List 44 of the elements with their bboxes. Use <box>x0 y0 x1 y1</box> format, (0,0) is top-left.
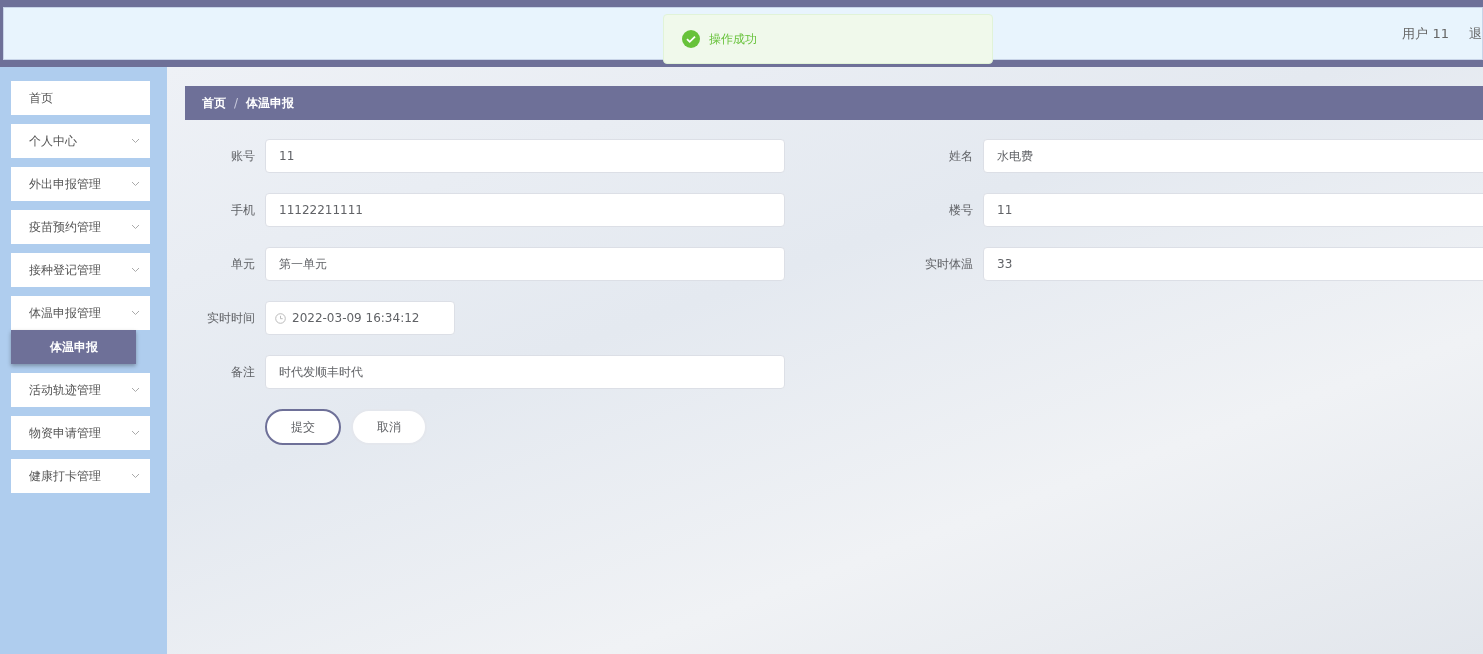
chevron-down-icon <box>131 138 140 144</box>
chevron-down-icon <box>131 473 140 479</box>
input-field[interactable]: 33 <box>983 247 1483 281</box>
field-label: 账号 <box>230 147 255 165</box>
sidebar-item[interactable]: 接种登记管理 <box>11 253 150 287</box>
sidebar-subitem[interactable]: 体温申报 <box>11 330 136 364</box>
chevron-down-icon <box>131 224 140 230</box>
field-label: 楼号 <box>948 201 973 219</box>
sidebar-item[interactable]: 疫苗预约管理 <box>11 210 150 244</box>
input-field[interactable]: 时代发顺丰时代 <box>265 355 785 389</box>
field-label: 实时体温 <box>924 255 973 273</box>
clock-icon <box>275 312 286 324</box>
input-field[interactable]: 水电费 <box>983 139 1483 173</box>
input-field[interactable]: 11 <box>265 139 785 173</box>
breadcrumb-link[interactable]: 体温申报 <box>246 94 295 112</box>
sidebar-item[interactable]: 外出申报管理 <box>11 167 150 201</box>
sidebar-item[interactable]: 活动轨迹管理 <box>11 373 150 407</box>
input-field[interactable]: 11 <box>983 193 1483 227</box>
input-field[interactable]: 11122211111 <box>265 193 785 227</box>
sidebar-item[interactable]: 首页 <box>11 81 150 115</box>
sidebar-item[interactable]: 个人中心 <box>11 124 150 158</box>
field-label: 单元 <box>230 255 255 273</box>
field-label: 姓名 <box>948 147 973 165</box>
datetime-field[interactable]: 2022-03-09 16:34:12 <box>265 301 455 335</box>
breadcrumb-link[interactable]: 首页 <box>202 94 226 112</box>
field-label: 备注 <box>230 363 255 381</box>
field-label: 手机 <box>230 201 255 219</box>
sidebar-item[interactable]: 健康打卡管理 <box>11 459 150 493</box>
chevron-down-icon <box>131 310 140 316</box>
input-field[interactable]: 第一单元 <box>265 247 785 281</box>
field-label: 实时时间 <box>206 309 255 327</box>
breadcrumb-separator: / <box>234 96 239 110</box>
logout-link[interactable]: 退 <box>1469 24 1482 43</box>
chevron-down-icon <box>131 387 140 393</box>
submit-button[interactable]: 提交 <box>265 409 341 445</box>
sidebar-item[interactable]: 物资申请管理 <box>11 416 150 450</box>
sidebar-item[interactable]: 体温申报管理 <box>11 296 150 330</box>
check-circle-icon <box>682 30 700 48</box>
cancel-button[interactable]: 取消 <box>351 409 427 445</box>
user-label: 用户 11 <box>1402 24 1449 43</box>
toast-message: 操作成功 <box>709 30 757 48</box>
chevron-down-icon <box>131 181 140 187</box>
chevron-down-icon <box>131 430 140 436</box>
chevron-down-icon <box>131 267 140 273</box>
